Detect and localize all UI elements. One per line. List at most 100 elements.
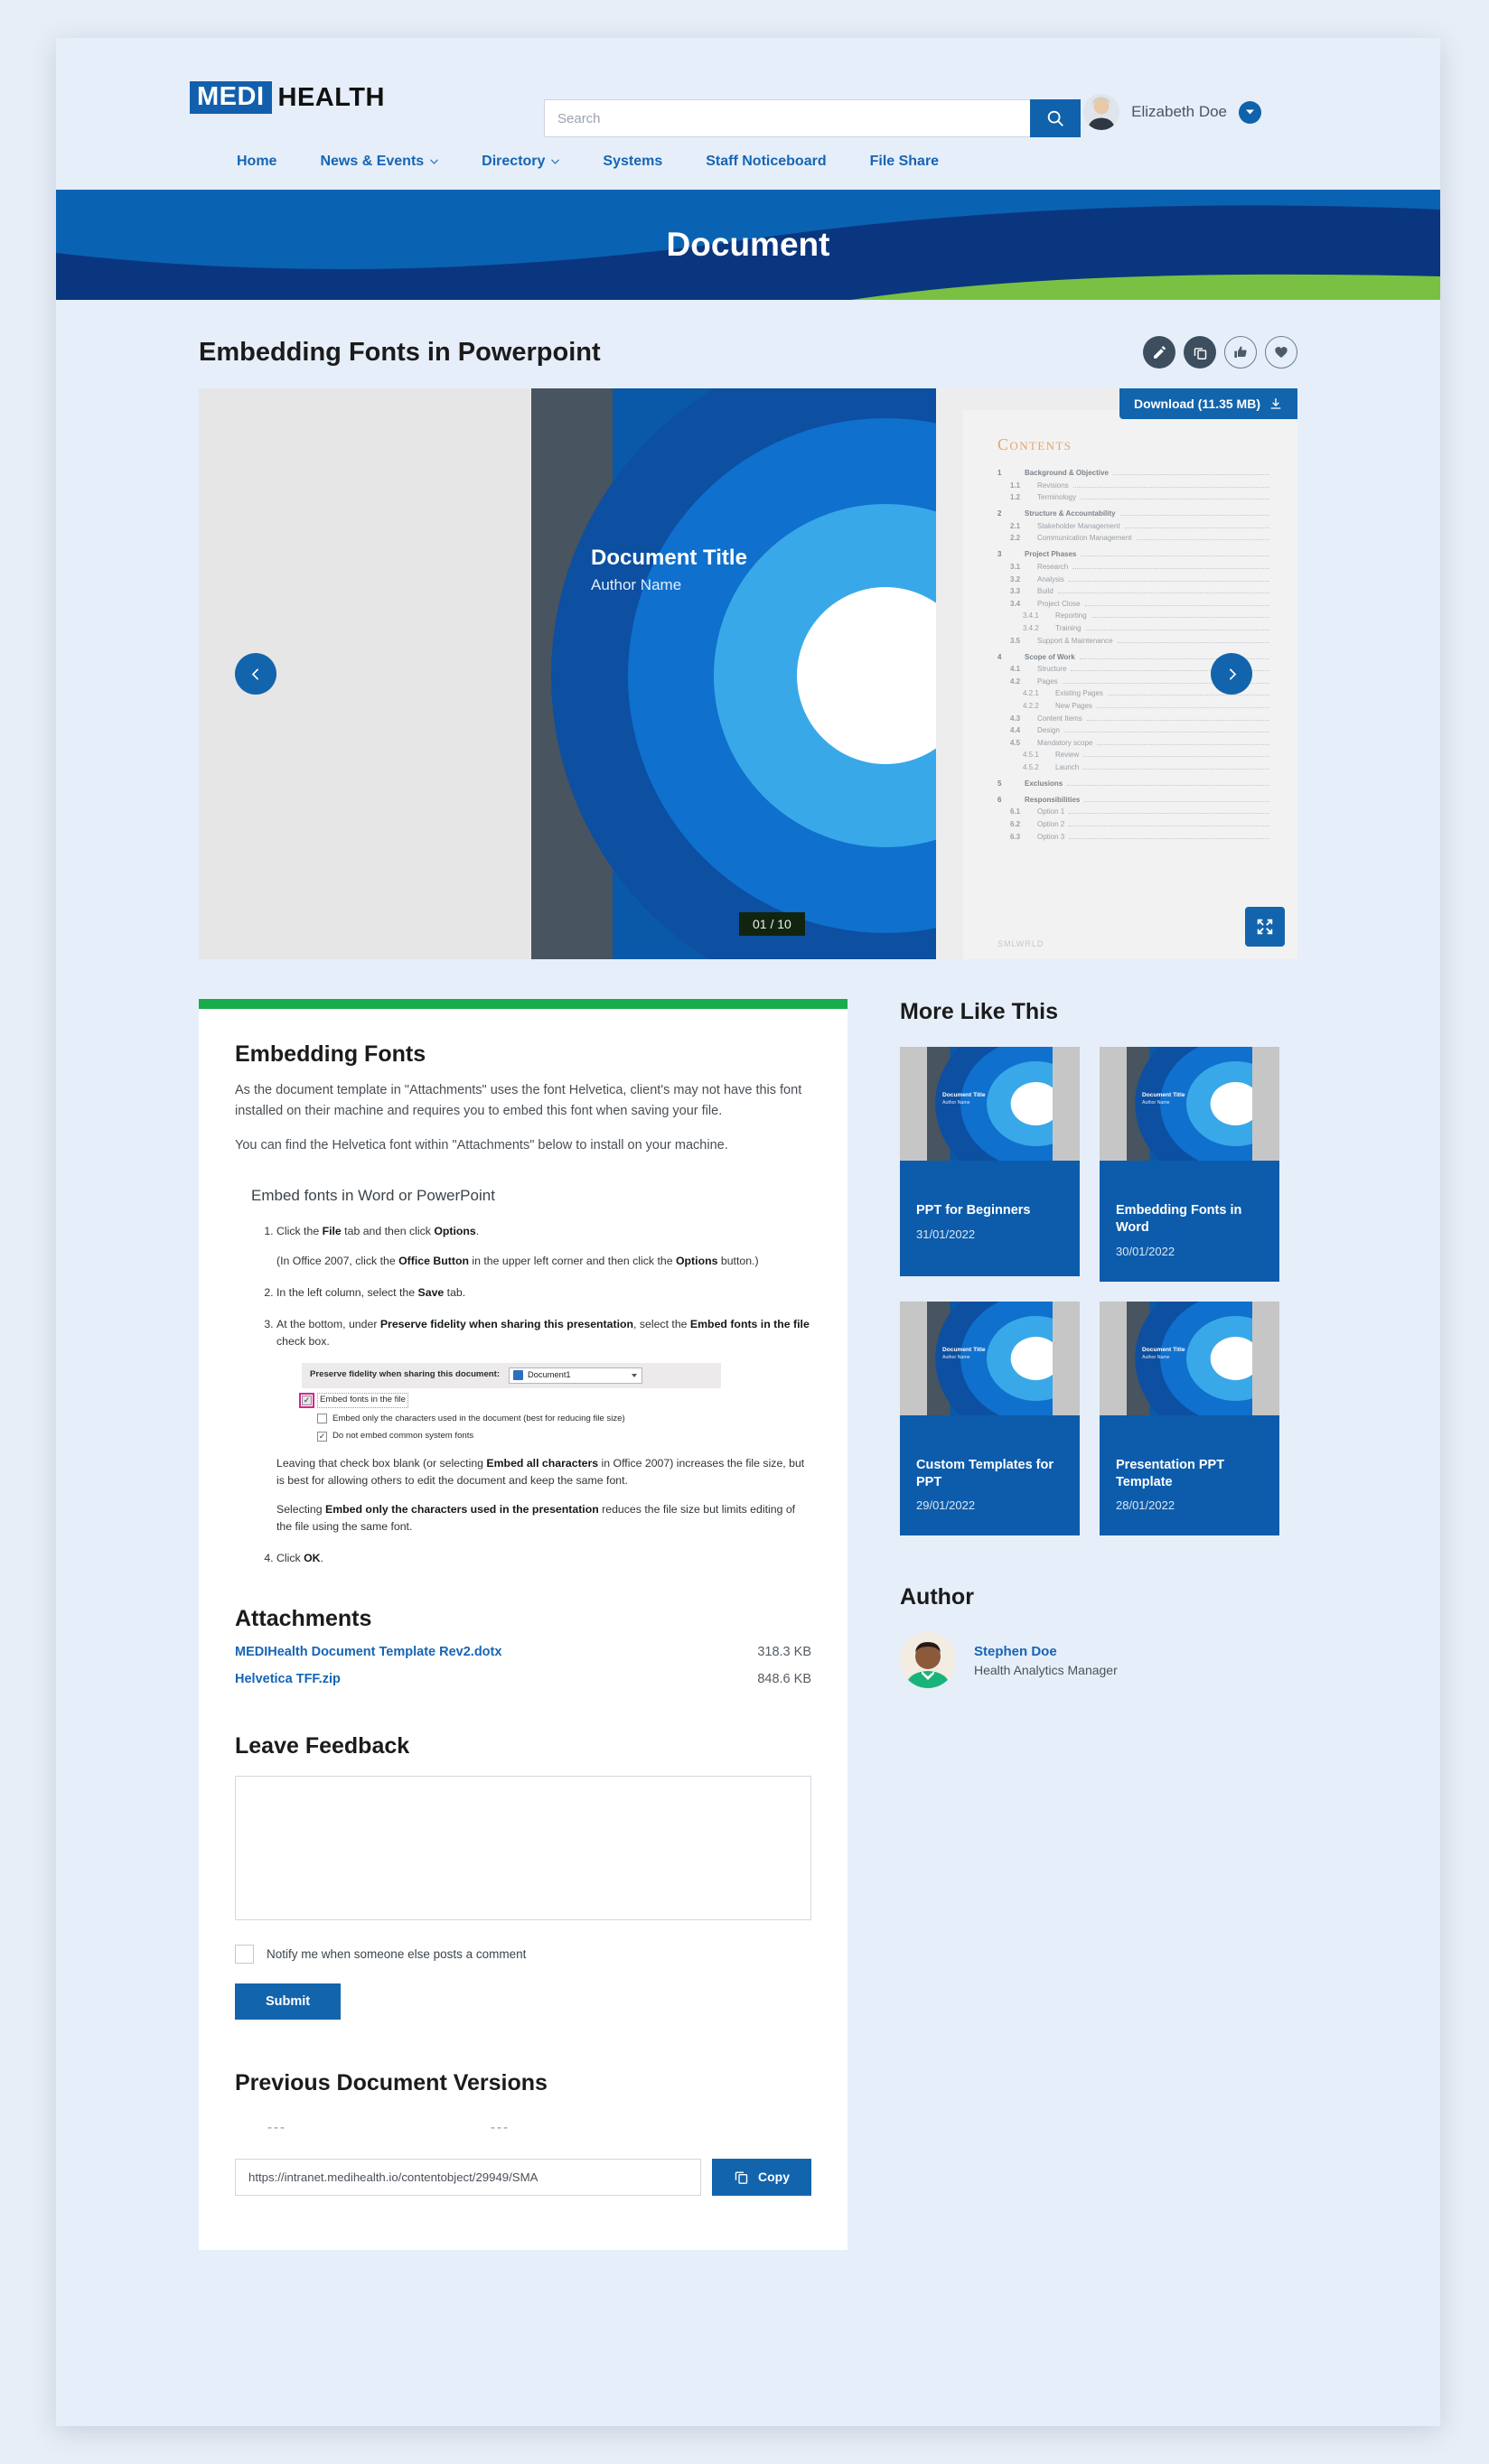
toc-entry-label: Support & Maintenance: [1037, 636, 1113, 645]
toc-entry: 6.3 Option 3: [997, 833, 1272, 841]
chevron-down-icon: [551, 159, 560, 164]
chevron-down-icon: [1246, 109, 1254, 115]
toc-entry-label: Structure & Accountability: [1025, 509, 1116, 518]
step-bold: Preserve fidelity when sharing this pres…: [379, 1317, 634, 1330]
toc-entry-label: Analysis: [1037, 574, 1064, 583]
attachment-link[interactable]: MEDIHealth Document Template Rev2.dotx: [235, 1645, 501, 1659]
favorite-button[interactable]: [1265, 336, 1297, 369]
like-button[interactable]: [1224, 336, 1257, 369]
thumb-right-gutter: [1053, 1301, 1080, 1415]
avatar: [1083, 94, 1120, 130]
toc-entry: 3.4 Project Close: [997, 600, 1272, 608]
toc-entry-dots: [1096, 706, 1269, 708]
toc-entry-dots: [1084, 604, 1269, 606]
toc-heading: Contents: [997, 435, 1072, 453]
site-logo[interactable]: MEDI HEALTH: [190, 81, 385, 114]
author-name[interactable]: Stephen Doe: [974, 1644, 1118, 1659]
toc-entry-dots: [1083, 768, 1269, 770]
toc-entry: 3.5 Support & Maintenance: [997, 637, 1272, 645]
nav-item-systems[interactable]: Systems: [603, 154, 662, 170]
feedback-textarea[interactable]: [235, 1775, 811, 1920]
toc-entry-dots: [1072, 567, 1269, 569]
note-bold: Office Button: [398, 1254, 469, 1267]
heart-icon: [1275, 347, 1288, 358]
nav-item-file-share[interactable]: File Share: [870, 154, 939, 170]
notify-checkbox[interactable]: [235, 1944, 254, 1964]
more-like-this-grid: Document Title Author Name PPT for Beginne…: [900, 1047, 1279, 1536]
toc-entry-number: 2.1: [1010, 521, 1021, 530]
edit-button[interactable]: [1143, 336, 1175, 369]
toc-entry-label: Communication Management: [1037, 534, 1132, 543]
related-document-card[interactable]: Document Title Author Name PPT for Beginne…: [900, 1047, 1080, 1282]
related-document-card[interactable]: Document Title Author Name Presentation PP…: [1100, 1301, 1279, 1536]
search-button[interactable]: [1030, 99, 1081, 137]
expand-icon: [1257, 919, 1273, 935]
toc-entry-number: 1.1: [1010, 481, 1021, 490]
toc-entry-dots: [1086, 719, 1269, 721]
copy-link-row: Copy: [235, 2158, 811, 2196]
toc-entry-label: Existing Pages: [1055, 689, 1103, 698]
toc-entry-dots: [1081, 555, 1269, 557]
toc-entry-dots: [1063, 732, 1269, 733]
search-input[interactable]: [544, 99, 1030, 137]
toc-entry-dots: [1069, 837, 1269, 839]
toc-entry-label: Research: [1037, 562, 1069, 571]
copy-button[interactable]: [1184, 336, 1216, 369]
toc-entry-number: 5: [997, 779, 1002, 788]
toc-entry-number: 1: [997, 469, 1002, 477]
related-card-thumbnail: Document Title Author Name: [1100, 1047, 1279, 1161]
nav-item-directory[interactable]: Directory: [482, 154, 560, 170]
download-label: Download (11.35 MB): [1133, 397, 1260, 411]
next-slide-button[interactable]: [1211, 653, 1252, 695]
related-document-card[interactable]: Document Title Author Name Custom Template…: [900, 1301, 1080, 1536]
note-text: button.): [717, 1254, 759, 1267]
thumb-right-gutter: [1252, 1301, 1279, 1415]
user-dropdown-toggle[interactable]: [1239, 100, 1261, 124]
submit-button[interactable]: Submit: [235, 1983, 342, 2020]
nav-item-home[interactable]: Home: [237, 154, 276, 170]
thumb-author: Author Name: [942, 1100, 970, 1106]
download-button[interactable]: Download (11.35 MB): [1119, 388, 1297, 419]
toc-entry-label: Content Items: [1037, 714, 1082, 723]
step-bold: OK: [304, 1552, 321, 1565]
step-bold: File: [322, 1225, 342, 1238]
nav-item-staff-noticeboard[interactable]: Staff Noticeboard: [706, 154, 826, 170]
toc-entry-number: 6.1: [1010, 807, 1021, 817]
instruction-step-4: Click OK.: [276, 1550, 811, 1567]
author-role: Health Analytics Manager: [974, 1662, 1118, 1677]
document-url-input[interactable]: [235, 2158, 701, 2196]
copy-link-button[interactable]: Copy: [712, 2158, 811, 2196]
fullscreen-button[interactable]: [1245, 907, 1285, 947]
copy-icon: [1194, 347, 1206, 359]
step-text: At the bottom, under: [276, 1317, 380, 1330]
previous-slide-button[interactable]: [235, 653, 276, 695]
step-text: .: [320, 1552, 323, 1565]
toc-entry-number: 4.5: [1010, 738, 1021, 747]
copy-icon: [735, 2171, 748, 2184]
thumb-text: Document Title Author Name: [942, 1092, 986, 1106]
related-document-card[interactable]: Document Title Author Name Embedding Fonts…: [1100, 1047, 1279, 1282]
author-row: Stephen Doe Health Analytics Manager: [900, 1632, 1279, 1689]
toc-entry: 4.5 Mandatory scope: [997, 739, 1272, 747]
article-paragraph-2: You can find the Helvetica font within "…: [235, 1137, 728, 1153]
nav-item-news-events[interactable]: News & Events: [320, 154, 439, 170]
toc-entry-dots: [1136, 539, 1269, 541]
dialog-select-value: Document1: [528, 1370, 571, 1380]
top-bar: MEDI HEALTH Elizabeth Doe: [56, 38, 1440, 137]
related-card-date: 29/01/2022: [916, 1498, 976, 1513]
toc-entry: 1.1 Revisions: [997, 481, 1272, 490]
related-card-date: 30/01/2022: [1116, 1244, 1175, 1258]
thumb-text: Document Title Author Name: [1142, 1092, 1185, 1106]
user-menu[interactable]: Elizabeth Doe: [1083, 94, 1261, 130]
attachment-link[interactable]: Helvetica TFF.zip: [235, 1672, 341, 1686]
toc-entry-label: New Pages: [1055, 701, 1092, 710]
dialog-checkbox-label: Do not embed common system fonts: [332, 1431, 474, 1442]
toc-entry-number: 4: [997, 652, 1002, 661]
toc-entry-label: Responsibilities: [1025, 795, 1081, 804]
toc-entry-label: Design: [1037, 726, 1060, 735]
toc-entry-dots: [1083, 756, 1269, 758]
step-text: tab and then click: [341, 1225, 435, 1238]
toc-entry-label: Mandatory scope: [1037, 738, 1093, 747]
toc-entry-number: 3.4.2: [1023, 623, 1039, 632]
document-icon: [513, 1370, 524, 1381]
